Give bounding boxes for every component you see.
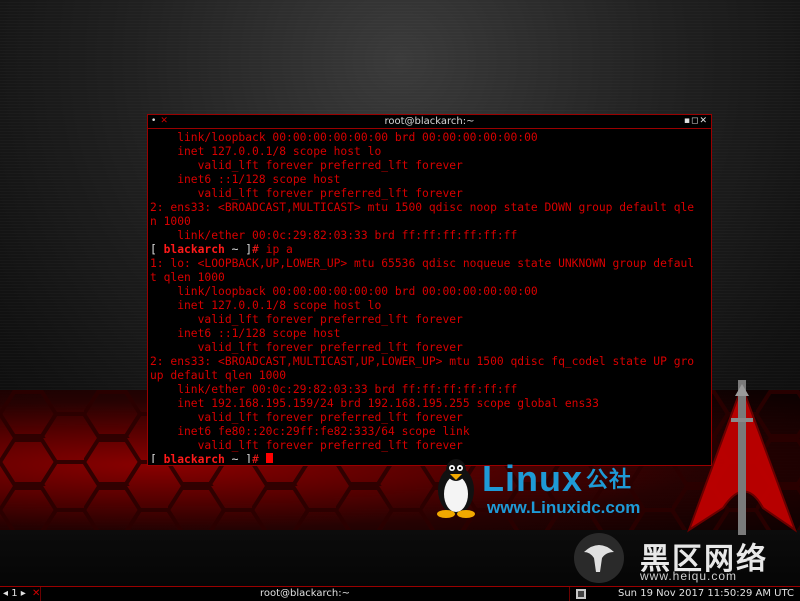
output-line: valid_lft forever preferred_lft forever (150, 159, 463, 172)
output-line: valid_lft forever preferred_lft forever (150, 187, 463, 200)
prompt-line: [ blackarch ~ ]# ip a (150, 243, 293, 256)
text-cursor (265, 453, 273, 463)
taskbar: ◂ 1 ▸ ✕ root@blackarch:~ Sun 19 Nov 2017… (0, 586, 800, 601)
linux-word: Linux (482, 458, 583, 499)
blackarch-logo-icon (687, 380, 798, 535)
taskbar-task-button[interactable]: root@blackarch:~ (40, 587, 570, 601)
terminal-output[interactable]: link/loopback 00:00:00:00:00:00 brd 00:0… (150, 131, 709, 463)
typed-command: ip a (265, 243, 293, 256)
prompt-path: ~ (224, 243, 246, 256)
window-title: root@blackarch:~ (384, 116, 475, 127)
desktop-switcher[interactable]: ◂ 1 ▸ (3, 587, 26, 601)
output-line: valid_lft forever preferred_lft forever (150, 411, 463, 424)
output-line: up default qlen 1000 (150, 369, 287, 382)
output-line: inet6 ::1/128 scope host (150, 173, 341, 186)
active-prompt-line[interactable]: [ blackarch ~ ]# (150, 453, 273, 463)
linux-url: www.Linuxidc.com (487, 498, 641, 517)
linux-cn: 公社 (586, 467, 633, 492)
prompt-path: ~ (224, 453, 246, 463)
prompt-hash: # (252, 243, 266, 256)
heiqu-logo-icon (574, 533, 624, 583)
prompt-open: [ (150, 453, 164, 463)
output-line: t qlen 1000 (150, 271, 225, 284)
output-line: inet 127.0.0.1/8 scope host lo (150, 299, 382, 312)
output-line: n 1000 (150, 215, 191, 228)
output-line: valid_lft forever preferred_lft forever (150, 341, 463, 354)
output-line: 2: ens33: <BROADCAST,MULTICAST> mtu 1500… (150, 201, 695, 214)
tray-network-icon[interactable] (576, 589, 586, 599)
output-line: link/ether 00:0c:29:82:03:33 brd ff:ff:f… (150, 229, 518, 242)
output-line: link/loopback 00:00:00:00:00:00 brd 00:0… (150, 131, 538, 144)
linuxidc-watermark: Linux 公社 www.Linuxidc.com (432, 456, 682, 526)
terminal-window[interactable]: • ✕ root@blackarch:~ ▪◻✕ link/loopback 00… (147, 114, 712, 466)
taskbar-clock[interactable]: Sun 19 Nov 2017 11:50:29 AM UTC (618, 587, 794, 601)
heiqu-watermark: 黑区网络 www.heiqu.com (568, 530, 800, 586)
terminal-titlebar[interactable]: • ✕ root@blackarch:~ ▪◻✕ (148, 115, 711, 129)
output-line: inet 192.168.195.159/24 brd 192.168.195.… (150, 397, 599, 410)
output-line: link/loopback 00:00:00:00:00:00 brd 00:0… (150, 285, 538, 298)
output-line: inet6 fe80::20c:29ff:fe82:333/64 scope l… (150, 425, 470, 438)
output-line: 2: ens33: <BROADCAST,MULTICAST,UP,LOWER_… (150, 355, 695, 368)
window-controls[interactable]: ▪◻✕ (684, 115, 708, 128)
output-line: link/ether 00:0c:29:82:03:33 brd ff:ff:f… (150, 383, 518, 396)
output-line: inet 127.0.0.1/8 scope host lo (150, 145, 382, 158)
prompt-user: blackarch (163, 243, 225, 256)
prompt-hash: # (252, 453, 266, 463)
prompt-open: [ (150, 243, 164, 256)
output-line: 1: lo: <LOOPBACK,UP,LOWER_UP> mtu 65536 … (150, 257, 695, 270)
tux-penguin-icon (437, 459, 475, 518)
heiqu-url: www.heiqu.com (640, 569, 738, 583)
prompt-user: blackarch (163, 453, 225, 463)
output-line: valid_lft forever preferred_lft forever (150, 439, 463, 452)
output-line: valid_lft forever preferred_lft forever (150, 313, 463, 326)
output-line: inet6 ::1/128 scope host (150, 327, 341, 340)
